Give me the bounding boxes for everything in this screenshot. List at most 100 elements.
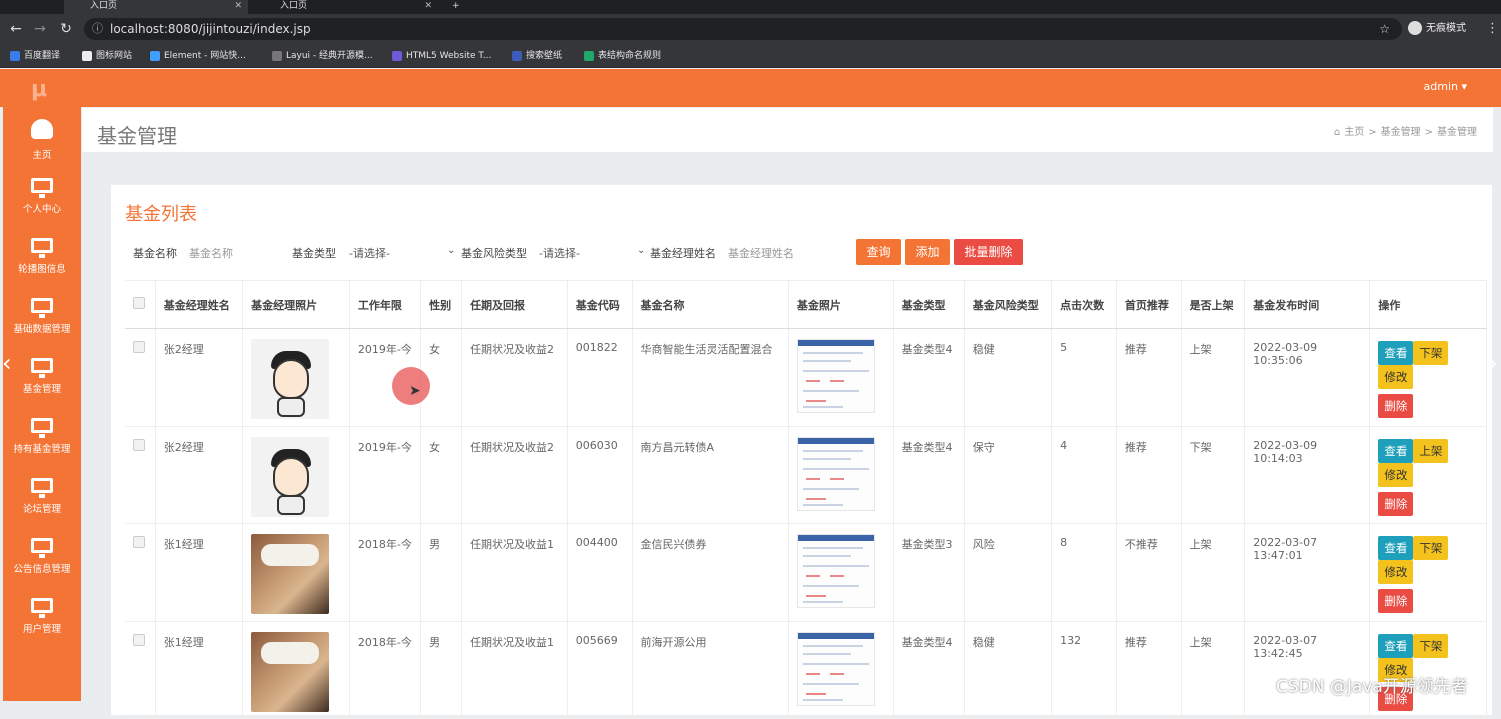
bookmark-item[interactable]: 表结构命名规则 <box>584 48 661 64</box>
incognito-indicator[interactable]: 无痕模式 <box>1408 21 1466 37</box>
sidebar-item-fund[interactable]: 基金管理 <box>3 354 81 410</box>
click-count-cell: 5 <box>1051 328 1117 427</box>
column-header[interactable]: 基金名称 <box>632 280 789 329</box>
add-button[interactable]: 添加 <box>905 239 950 265</box>
column-header[interactable]: 任期及回报 <box>461 280 568 329</box>
close-icon[interactable]: ✕ <box>234 0 242 12</box>
sidebar-item-notice[interactable]: 公告信息管理 <box>3 534 81 590</box>
sidebar-item-home[interactable]: 主页 <box>3 117 81 173</box>
bookmark-icon <box>10 51 20 61</box>
breadcrumb-current: 基金管理 <box>1437 127 1477 138</box>
delete-button[interactable]: 删除 <box>1378 491 1414 516</box>
manager-photo <box>251 436 330 517</box>
sidebar-item-holdings[interactable]: 持有基金管理 <box>3 414 81 470</box>
column-header[interactable]: 基金发布时间 <box>1244 280 1371 329</box>
sidebar-item-forum[interactable]: 论坛管理 <box>3 474 81 530</box>
breadcrumb-item[interactable]: 基金管理 <box>1381 127 1421 138</box>
fund-name-cell: 前海开源公用 <box>632 621 789 719</box>
body-shape <box>277 397 306 417</box>
sidebar-item-carousel[interactable]: 轮播图信息 <box>3 234 81 290</box>
browser-menu-icon[interactable]: ⋮ <box>1486 21 1499 36</box>
risk-type-select[interactable]: -请选择- ⌄ <box>539 245 647 261</box>
manager-photo <box>251 534 330 614</box>
fund-type-select[interactable]: -请选择- ⌄ <box>349 245 457 261</box>
fund-photo-line <box>802 555 851 557</box>
shelf-toggle-button[interactable]: 下架 <box>1413 341 1449 365</box>
sidebar-item-basic-data[interactable]: 基础数据管理 <box>3 294 81 350</box>
sidebar-item-users[interactable]: 用户管理 <box>3 594 81 650</box>
new-tab-button[interactable]: + <box>444 0 464 14</box>
bookmark-item[interactable]: 搜索壁纸 <box>512 48 562 64</box>
row-checkbox[interactable] <box>133 633 145 646</box>
bookmark-item[interactable]: HTML5 Website T... <box>392 48 491 64</box>
click-count-cell: 132 <box>1051 621 1117 719</box>
fund-name-input[interactable]: 基金名称 <box>189 247 233 260</box>
bookmark-star-icon[interactable]: ☆ <box>1379 18 1390 40</box>
fund-photo-line <box>802 662 869 665</box>
column-header[interactable]: 点击次数 <box>1051 280 1117 329</box>
select-cell <box>125 426 156 524</box>
view-button[interactable]: 查看 <box>1378 536 1414 560</box>
column-header[interactable]: 基金照片 <box>788 280 894 329</box>
forward-icon[interactable]: → <box>32 21 48 37</box>
slide-left-icon[interactable]: ‹ <box>2 348 14 378</box>
view-button[interactable]: 查看 <box>1378 438 1414 463</box>
manager-name-input[interactable]: 基金经理姓名 <box>728 247 794 260</box>
view-button[interactable]: 查看 <box>1378 341 1414 365</box>
breadcrumb-separator: > <box>1368 127 1377 138</box>
column-header[interactable]: 工作年限 <box>349 280 422 329</box>
fund-list-card: 基金列表 基金名称 基金名称 基金类型 -请选择- ⌄ 基金风险类型 -请选择- ⌄ … <box>111 185 1492 719</box>
shelf-toggle-button[interactable]: 上架 <box>1413 438 1449 463</box>
edit-button[interactable]: 修改 <box>1378 560 1414 584</box>
monitor-icon <box>31 418 53 438</box>
address-bar[interactable]: ⓘ localhost:8080/jijintouzi/index.jsp ☆ <box>84 18 1402 40</box>
bookmark-item[interactable]: 百度翻译 <box>10 48 60 64</box>
reload-icon[interactable]: ↻ <box>58 21 74 37</box>
column-header[interactable]: 首页推荐 <box>1116 280 1182 329</box>
breadcrumb-home[interactable]: 主页 <box>1344 127 1364 138</box>
sidebar-item-personal-center[interactable]: 个人中心 <box>3 174 81 230</box>
browser-tab-1[interactable]: 入口页 ✕ <box>64 0 248 14</box>
delete-button[interactable]: 删除 <box>1378 394 1414 418</box>
back-icon[interactable]: ← <box>8 21 24 37</box>
delete-button[interactable]: 删除 <box>1378 589 1414 613</box>
browser-tab-2[interactable]: 入口页 ✕ <box>254 0 438 14</box>
bookmark-item[interactable]: Layui - 经典开源模... <box>272 48 373 64</box>
edit-button[interactable]: 修改 <box>1378 365 1414 389</box>
fund-photo-cell <box>788 328 894 427</box>
fund-photo-line <box>805 477 820 480</box>
close-icon[interactable]: ✕ <box>424 0 432 12</box>
tenure-cell: 任期状况及收益1 <box>461 621 568 719</box>
monitor-icon <box>31 478 53 498</box>
batch-delete-button[interactable]: 批量删除 <box>954 239 1023 265</box>
mouse-pointer-icon: ➤ <box>409 383 421 399</box>
column-header[interactable]: 是否上架 <box>1181 280 1246 329</box>
tab-title: 入口页 <box>280 1 308 11</box>
column-header[interactable]: 性别 <box>420 280 463 329</box>
column-header[interactable]: 基金类型 <box>893 280 965 329</box>
table-header-row: 基金经理姓名 基金经理照片 工作年限 性别 任期及回报 基金代码 基金名称 基金… <box>125 280 1487 329</box>
fund-photo-line <box>805 400 826 402</box>
user-menu[interactable]: admin ▾ <box>1424 80 1467 93</box>
column-header[interactable]: 基金经理照片 <box>242 280 350 329</box>
row-checkbox[interactable] <box>133 341 145 353</box>
column-header[interactable]: 基金代码 <box>567 280 633 329</box>
fund-photo <box>796 534 875 608</box>
fund-table: 基金经理姓名 基金经理照片 工作年限 性别 任期及回报 基金代码 基金名称 基金… <box>125 280 1487 719</box>
bookmark-item[interactable]: 图标网站 <box>82 48 132 64</box>
bookmark-icon <box>512 51 522 61</box>
select-all-checkbox[interactable] <box>133 297 145 309</box>
fund-code-cell: 005669 <box>567 621 633 719</box>
shelf-toggle-button[interactable]: 下架 <box>1413 536 1449 560</box>
bookmark-item[interactable]: Element - 网站快... <box>150 48 246 64</box>
column-header[interactable]: 基金经理姓名 <box>155 280 244 329</box>
select-cell <box>125 328 156 427</box>
info-icon[interactable]: ⓘ <box>92 18 103 40</box>
row-checkbox[interactable] <box>133 536 145 548</box>
row-checkbox[interactable] <box>133 438 145 451</box>
edit-button[interactable]: 修改 <box>1378 462 1414 487</box>
view-button[interactable]: 查看 <box>1378 633 1414 658</box>
shelf-toggle-button[interactable]: 下架 <box>1413 633 1449 658</box>
query-button[interactable]: 查询 <box>856 239 901 265</box>
column-header[interactable]: 基金风险类型 <box>964 280 1053 329</box>
